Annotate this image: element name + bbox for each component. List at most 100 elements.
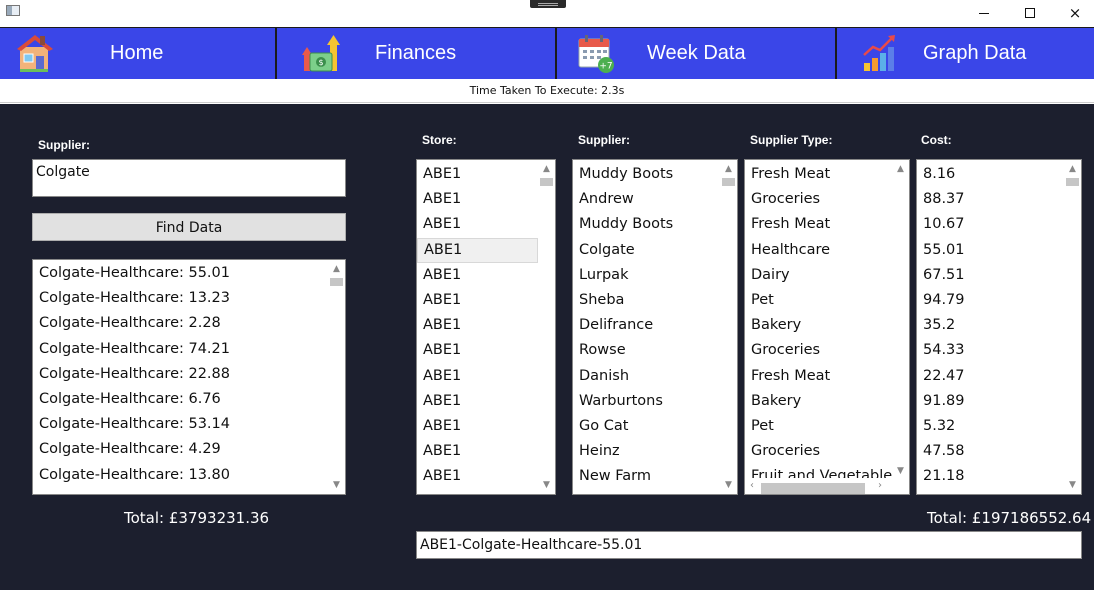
store-list-item[interactable]: ABE1 xyxy=(417,439,538,464)
cost-list-item[interactable]: 94.79 xyxy=(917,288,1081,313)
result-list-item[interactable]: Colgate-Healthcare: 55.01 xyxy=(33,261,345,286)
supplier-list-item[interactable]: Andrew xyxy=(573,187,737,212)
store-scrollbar[interactable]: ▲ ▼ xyxy=(538,160,555,494)
store-list-item[interactable]: ABE1 xyxy=(417,338,538,363)
scroll-thumb[interactable] xyxy=(722,178,735,186)
cost-list-item[interactable]: 22.47 xyxy=(917,364,1081,389)
scroll-thumb[interactable] xyxy=(540,178,553,186)
supplier-search-input[interactable]: Colgate xyxy=(32,159,346,197)
hscroll-thumb[interactable] xyxy=(761,483,865,494)
store-listbox[interactable]: ABE1 ABE1 ABE1 ABE1 ABE1 ABE1 ABE1 ABE1 ABE1 ABE1… xyxy=(416,159,556,495)
scroll-up-icon[interactable]: ▲ xyxy=(328,262,345,276)
cost-list-item[interactable]: 35.2 xyxy=(917,313,1081,338)
supplier-type-hscrollbar[interactable]: ‹ › xyxy=(745,478,893,494)
scroll-down-icon[interactable]: ▼ xyxy=(328,478,345,492)
cost-list-item[interactable]: 8.16 xyxy=(917,162,1081,187)
supplier-type-list-item[interactable]: Bakery xyxy=(745,389,893,414)
scroll-left-icon[interactable]: ‹ xyxy=(745,478,759,494)
supplier-type-list-item[interactable]: Bakery xyxy=(745,313,893,338)
supplier-type-list-item[interactable]: Fresh Meat xyxy=(745,212,893,237)
snap-grip-handle[interactable] xyxy=(530,0,566,8)
supplier-list-item[interactable]: Muddy Boots xyxy=(573,162,737,187)
store-list-item[interactable]: ABE1 xyxy=(417,364,538,389)
nav-graph-data-button[interactable]: Graph Data xyxy=(837,28,1094,79)
supplier-listbox[interactable]: Muddy Boots Andrew Muddy Boots Colgate Lurpa… xyxy=(572,159,738,495)
result-list-item[interactable]: Colgate-Healthcare: 13.23 xyxy=(33,286,345,311)
result-list-item[interactable]: Colgate-Healthcare: 2.28 xyxy=(33,311,345,336)
cost-scrollbar[interactable]: ▲ ▼ xyxy=(1064,160,1081,494)
result-list-item[interactable]: Colgate-Healthcare: 6.76 xyxy=(33,387,345,412)
cost-list-item[interactable]: 88.37 xyxy=(917,187,1081,212)
cost-list-item[interactable]: 5.32 xyxy=(917,414,1081,439)
store-list-item[interactable]: ABE1 xyxy=(417,288,538,313)
scroll-up-icon[interactable]: ▲ xyxy=(1064,162,1081,176)
scroll-up-icon[interactable]: ▲ xyxy=(720,162,737,176)
supplier-column-label: Supplier: xyxy=(578,133,631,147)
store-list-item[interactable]: ABE1 xyxy=(417,212,538,237)
cost-list-item[interactable]: 21.18 xyxy=(917,464,1081,489)
cost-list-item[interactable]: 67.51 xyxy=(917,263,1081,288)
store-list-item[interactable]: ABE1 xyxy=(417,313,538,338)
supplier-type-list-item[interactable]: Fresh Meat xyxy=(745,162,893,187)
store-list-item[interactable]: ABE1 xyxy=(417,187,538,212)
supplier-list-item[interactable]: Heinz xyxy=(573,439,737,464)
supplier-type-list-item[interactable]: Healthcare xyxy=(745,238,893,263)
supplier-list-item[interactable]: Warburtons xyxy=(573,389,737,414)
nav-week-data-button[interactable]: +7 Week Data xyxy=(557,28,837,79)
cost-list-item[interactable]: 47.58 xyxy=(917,439,1081,464)
scroll-down-icon[interactable]: ▼ xyxy=(720,478,737,492)
supplier-type-list-item[interactable]: Dairy xyxy=(745,263,893,288)
results-scrollbar[interactable]: ▲ ▼ xyxy=(328,260,345,494)
supplier-list-item[interactable]: Danish xyxy=(573,364,737,389)
find-data-button[interactable]: Find Data xyxy=(32,213,346,241)
supplier-type-list-item[interactable]: Pet xyxy=(745,414,893,439)
supplier-list-item[interactable]: Delifrance xyxy=(573,313,737,338)
store-list-item[interactable]: ABE1 xyxy=(417,263,538,288)
supplier-type-list-item[interactable]: Groceries xyxy=(745,338,893,363)
selection-output-field[interactable]: ABE1-Colgate-Healthcare-55.01 xyxy=(416,531,1082,559)
nav-finances-button[interactable]: $ Finances xyxy=(277,28,557,79)
supplier-type-vscrollbar[interactable]: ▲ ▼ xyxy=(892,160,909,480)
store-list-item[interactable]: ABE1 xyxy=(417,162,538,187)
scroll-thumb[interactable] xyxy=(330,278,343,286)
result-list-item[interactable]: Colgate-Healthcare: 53.14 xyxy=(33,412,345,437)
scroll-down-icon[interactable]: ▼ xyxy=(538,478,555,492)
supplier-list-item[interactable]: New Farm xyxy=(573,464,737,489)
store-list-item[interactable]: ABE1 xyxy=(417,389,538,414)
result-list-item[interactable]: Colgate-Healthcare: 13.80 xyxy=(33,463,345,488)
cost-list-item[interactable]: 91.89 xyxy=(917,389,1081,414)
close-button[interactable]: × xyxy=(1052,0,1094,26)
store-list-item[interactable]: ABE1 xyxy=(417,464,538,489)
result-list-item[interactable]: Colgate-Healthcare: 22.88 xyxy=(33,362,345,387)
scroll-thumb[interactable] xyxy=(1066,178,1079,186)
supplier-list-item[interactable]: Rowse xyxy=(573,338,737,363)
results-listbox[interactable]: Colgate-Healthcare: 55.01 Colgate-Healthc… xyxy=(32,259,346,495)
cost-listbox[interactable]: 8.16 88.37 10.67 55.01 67.51 94.79 35.2 54.33 22… xyxy=(916,159,1082,495)
result-list-item[interactable]: Colgate-Healthcare: 4.29 xyxy=(33,437,345,462)
supplier-list-item[interactable]: Muddy Boots xyxy=(573,212,737,237)
scroll-up-icon[interactable]: ▲ xyxy=(538,162,555,176)
supplier-type-listbox[interactable]: Fresh Meat Groceries Fresh Meat Healthcare D… xyxy=(744,159,910,495)
supplier-type-list-item[interactable]: Fresh Meat xyxy=(745,364,893,389)
cost-list-item[interactable]: 54.33 xyxy=(917,338,1081,363)
supplier-list-item[interactable]: Colgate xyxy=(573,238,737,263)
scroll-down-icon[interactable]: ▼ xyxy=(892,464,909,478)
store-list-item[interactable]: ABE1 xyxy=(417,414,538,439)
supplier-type-list-item[interactable]: Pet xyxy=(745,288,893,313)
supplier-scrollbar[interactable]: ▲ ▼ xyxy=(720,160,737,494)
supplier-type-list-item[interactable]: Groceries xyxy=(745,439,893,464)
cost-list-item[interactable]: 55.01 xyxy=(917,238,1081,263)
supplier-list-item[interactable]: Sheba xyxy=(573,288,737,313)
minimize-button[interactable] xyxy=(961,0,1007,26)
store-list-item[interactable]: ABE1 xyxy=(417,237,538,263)
result-list-item[interactable]: Colgate-Healthcare: 74.21 xyxy=(33,337,345,362)
scroll-right-icon[interactable]: › xyxy=(873,478,887,494)
supplier-list-item[interactable]: Go Cat xyxy=(573,414,737,439)
supplier-type-list-item[interactable]: Groceries xyxy=(745,187,893,212)
scroll-up-icon[interactable]: ▲ xyxy=(892,162,909,176)
nav-home-button[interactable]: Home xyxy=(0,28,277,79)
maximize-button[interactable] xyxy=(1007,0,1053,26)
cost-list-item[interactable]: 10.67 xyxy=(917,212,1081,237)
supplier-list-item[interactable]: Lurpak xyxy=(573,263,737,288)
scroll-down-icon[interactable]: ▼ xyxy=(1064,478,1081,492)
